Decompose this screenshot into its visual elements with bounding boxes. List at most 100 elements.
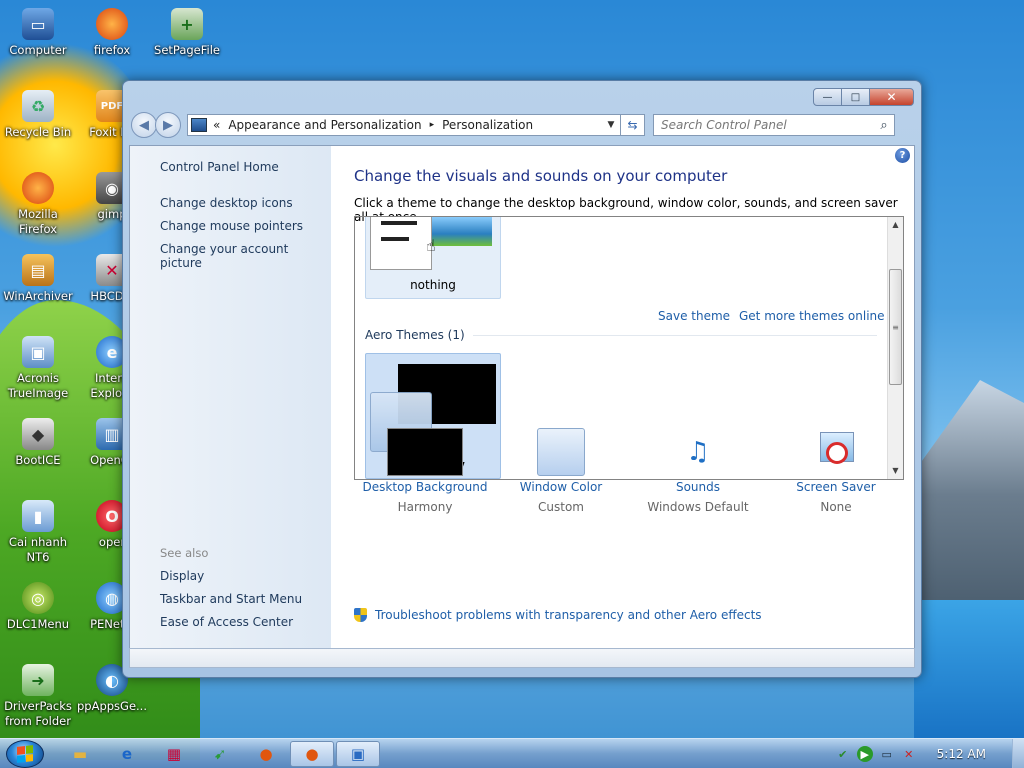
desktop-icon-winarchiver[interactable]: ▤ WinArchiver <box>0 254 76 304</box>
setup-icon: ▮ <box>22 500 54 532</box>
taskbar-pinned-app[interactable]: ➹ <box>198 741 242 767</box>
scroll-thumb[interactable]: ≡ <box>889 269 902 385</box>
aero-themes-label: Aero Themes (1) <box>365 328 465 342</box>
window-controls: — □ ✕ <box>813 88 914 106</box>
window-color-icon <box>537 428 585 476</box>
breadcrumb-personalization[interactable]: Personalization <box>442 118 533 132</box>
control-panel-icon <box>191 118 207 132</box>
firefox-icon: ● <box>305 745 319 763</box>
system-tray: ✔ ▶ ▭ ✕ 5:12 AM <box>835 739 1024 768</box>
aero-themes-heading: Aero Themes (1) <box>365 328 877 342</box>
ie-icon: e <box>121 745 133 763</box>
desktop-icon-label: Computer <box>9 43 67 57</box>
breadcrumb-appearance[interactable]: Appearance and Personalization <box>228 118 421 132</box>
see-also-heading: See also <box>160 546 209 560</box>
option-sounds-value: Windows Default <box>647 500 749 514</box>
desktop-icon-label: ppAppsGe... <box>76 699 147 713</box>
app-icon: ▦ <box>166 745 182 763</box>
troubleshoot-link[interactable]: Troubleshoot problems with transparency … <box>354 608 762 622</box>
sidebar-control-panel-home[interactable]: Control Panel Home <box>160 160 279 174</box>
sidebar-taskbar-start-menu[interactable]: Taskbar and Start Menu <box>160 592 302 606</box>
refresh-button[interactable]: ⇆ <box>621 114 645 136</box>
sidebar-change-mouse-pointers[interactable]: Change mouse pointers <box>160 219 303 233</box>
sidebar-change-desktop-icons[interactable]: Change desktop icons <box>160 196 293 210</box>
desktop-icon-label: BootICE <box>15 453 61 467</box>
desktop-icon-driverpacks[interactable]: ➜ DriverPacks from Folder <box>0 664 76 729</box>
firefox-icon <box>22 172 54 204</box>
option-sounds-name[interactable]: Sounds <box>628 480 768 494</box>
taskbar-internet-explorer[interactable]: e <box>105 741 149 767</box>
option-screen-saver-name[interactable]: Screen Saver <box>766 480 906 494</box>
page-title: Change the visuals and sounds on your co… <box>354 167 728 185</box>
navigation-bar: ◀ ▶ « Appearance and Personalization ▸ P… <box>131 111 913 139</box>
forward-button[interactable]: ▶ <box>155 112 181 138</box>
folder-icon: ▬ <box>72 745 88 763</box>
desktop-icon-label: Cai nhanh NT6 <box>8 535 68 564</box>
theme-nothing-preview: ☝ <box>366 217 500 274</box>
address-dropdown-icon[interactable]: ▼ <box>602 120 620 130</box>
desktop-icon-cai-nhanh[interactable]: ▮ Cai nhanh NT6 <box>0 500 76 565</box>
search-input[interactable]: Search Control Panel ⌕ <box>653 114 895 136</box>
sounds-icon: ♫ <box>686 437 710 467</box>
sidebar-change-account-picture[interactable]: Change your account picture <box>160 242 331 270</box>
option-desktop-background-value: Harmony <box>397 500 453 514</box>
main-panel: ? Change the visuals and sounds on your … <box>331 146 914 648</box>
option-window-color[interactable]: Window Color Custom <box>491 428 631 514</box>
clock[interactable]: 5:12 AM <box>937 747 986 761</box>
archive-icon: ▤ <box>22 254 54 286</box>
desktop-icon-setpagefile[interactable]: + SetPageFile <box>149 8 225 58</box>
save-theme-link[interactable]: Save theme <box>658 309 730 323</box>
wallpaper-water <box>914 600 1024 740</box>
close-button[interactable]: ✕ <box>869 88 914 106</box>
scroll-up-icon[interactable]: ▲ <box>888 217 903 233</box>
theme-nothing[interactable]: ☝ nothing <box>365 217 501 299</box>
dlc-icon: ◎ <box>22 582 54 614</box>
taskbar-explorer[interactable]: ▬ <box>58 741 102 767</box>
recycle-bin-icon: ♻ <box>22 90 54 122</box>
show-desktop-button[interactable] <box>1012 739 1024 768</box>
option-desktop-background-name[interactable]: Desktop Background <box>355 480 495 494</box>
breadcrumb-separator-icon[interactable]: ▸ <box>430 120 435 130</box>
taskbar-firefox[interactable]: ● <box>244 741 288 767</box>
arrow-left-icon: ◀ <box>139 117 149 133</box>
taskbar-app[interactable]: ▦ <box>152 741 196 767</box>
bootice-icon: ◆ <box>22 418 54 450</box>
maximize-button[interactable]: □ <box>841 88 870 106</box>
taskbar-firefox-running[interactable]: ● <box>290 741 334 767</box>
sidebar: Control Panel Home Change desktop icons … <box>130 146 331 648</box>
hand-cursor-icon: ☝ <box>426 236 436 255</box>
option-sounds[interactable]: ♫ Sounds Windows Default <box>628 428 768 514</box>
troubleshoot-label[interactable]: Troubleshoot problems with transparency … <box>375 608 762 622</box>
help-button[interactable]: ? <box>895 148 910 163</box>
desktop-icon-computer[interactable]: ▭ Computer <box>0 8 76 58</box>
taskbar: ▬ e ▦ ➹ ● ● ▣ ✔ ▶ ▭ ✕ 5:12 AM <box>0 738 1024 768</box>
breadcrumb-overflow[interactable]: « <box>213 118 220 132</box>
desktop-icon-dlc1menu[interactable]: ◎ DLC1Menu <box>0 582 76 632</box>
desktop-icon-recycle-bin[interactable]: ♻ Recycle Bin <box>0 90 76 140</box>
control-panel-icon: ▣ <box>350 745 366 763</box>
volume-muted-icon[interactable]: ✕ <box>901 746 917 762</box>
desktop-icon-firefox[interactable]: firefox <box>74 8 150 58</box>
taskbar-control-panel[interactable]: ▣ <box>336 741 380 767</box>
desktop-icon-label: Recycle Bin <box>4 125 72 139</box>
option-screen-saver[interactable]: Screen Saver None <box>766 428 906 514</box>
back-button[interactable]: ◀ <box>131 112 157 138</box>
option-desktop-background[interactable]: Desktop Background Harmony <box>355 428 495 514</box>
option-window-color-name[interactable]: Window Color <box>491 480 631 494</box>
sidebar-ease-of-access[interactable]: Ease of Access Center <box>160 615 293 629</box>
shield-icon <box>354 608 367 622</box>
desktop-icon-bootice[interactable]: ◆ BootICE <box>0 418 76 468</box>
personalization-window: — □ ✕ ◀ ▶ « Appearance and Personalizati… <box>122 80 922 678</box>
action-center-icon[interactable]: ✔ <box>835 746 851 762</box>
address-bar[interactable]: « Appearance and Personalization ▸ Perso… <box>187 114 621 136</box>
network-icon[interactable]: ▭ <box>879 746 895 762</box>
minimize-button[interactable]: — <box>813 88 842 106</box>
sidebar-display[interactable]: Display <box>160 569 204 583</box>
get-more-themes-link[interactable]: Get more themes online <box>739 309 885 323</box>
search-icon[interactable]: ⌕ <box>874 118 894 133</box>
content-area: Control Panel Home Change desktop icons … <box>129 145 915 649</box>
media-icon[interactable]: ▶ <box>856 746 873 762</box>
desktop-icon-acronis[interactable]: ▣ Acronis TrueImage <box>0 336 76 401</box>
start-button[interactable] <box>6 740 44 768</box>
desktop-icon-mozilla-firefox[interactable]: Mozilla Firefox <box>0 172 76 237</box>
